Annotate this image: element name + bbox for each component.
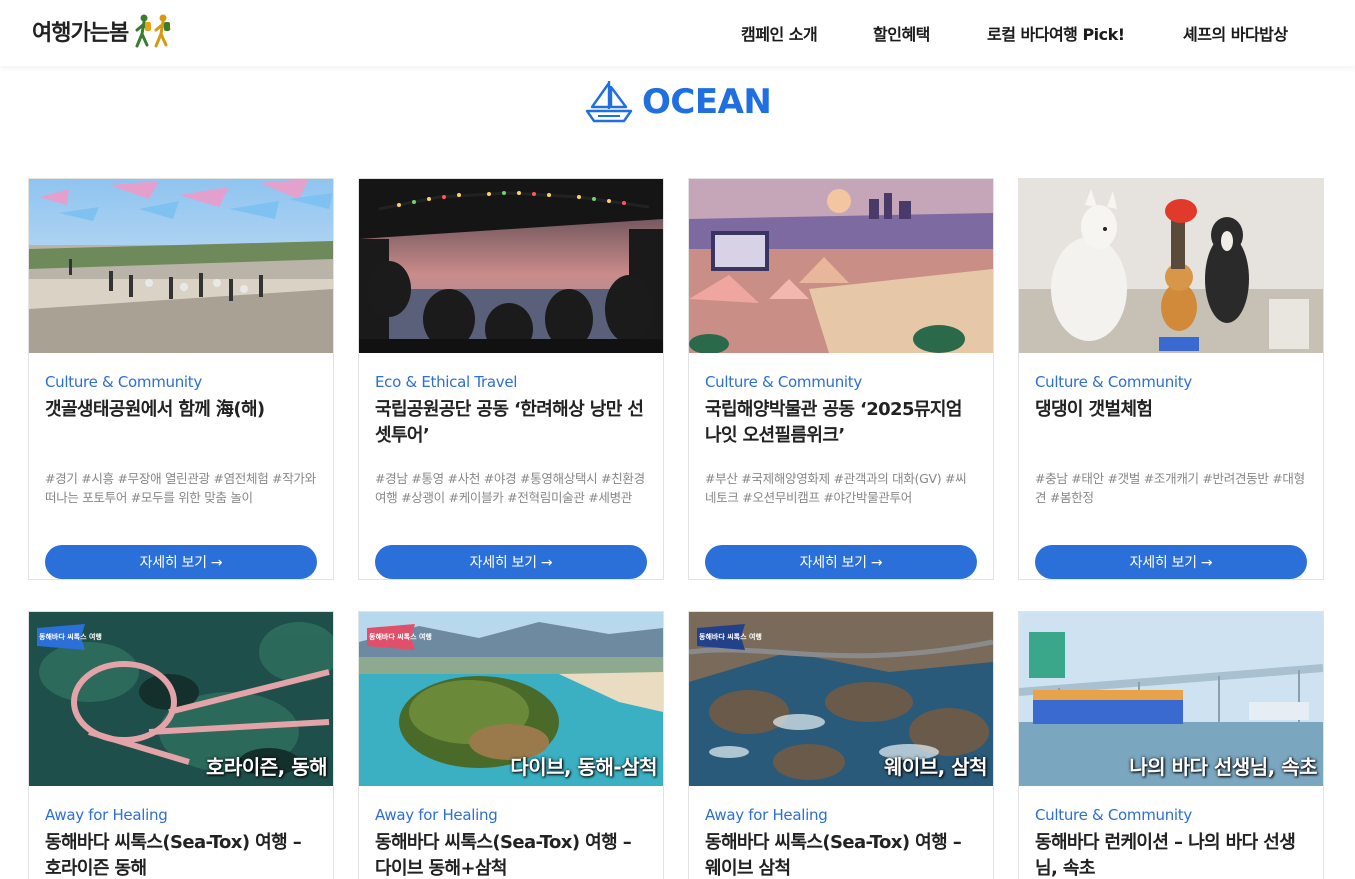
section-title: OCEAN — [642, 82, 772, 122]
illustration-museum-film-camp — [689, 179, 993, 353]
card-title: 동해바다 씨톡스(Sea-Tox) 여행 – 웨이브 삼척 — [705, 832, 962, 879]
photo-bridge-sea-aerial: 동해바다 씨톡스 여행 호라이즌, 동해 — [29, 612, 333, 786]
card-item[interactable]: 동해바다 씨톡스 여행 호라이즌, 동해 Away for Healing 동해… — [28, 611, 334, 879]
card-category: Away for Healing — [45, 806, 168, 824]
card-category: Culture & Community — [1035, 373, 1192, 391]
card-item[interactable]: Culture & Community 댕댕이 갯벌체험 #충남 #태안 #갯벌… — [1018, 178, 1324, 580]
image-caption: 다이브, 동해-삼척 — [510, 755, 657, 779]
nav-chef-table[interactable]: 셰프의 바다밥상 — [1183, 21, 1288, 45]
card-category: Culture & Community — [705, 373, 862, 391]
photo-rocky-coast-walkway: 동해바다 씨톡스 여행 웨이브, 삼척 — [689, 612, 993, 786]
card-title: 국립해양박물관 공동 ‘2025뮤지엄나잇 오션필름위크’ — [705, 399, 962, 446]
nav-local-pick[interactable]: 로컬 바다여행 Pick! — [987, 21, 1125, 45]
photo-harbor-bridge-boat: 나의 바다 선생님, 속초 — [1019, 612, 1323, 786]
badge-label: 동해바다 씨톡스 여행 — [369, 633, 432, 641]
card-title: 갯골생태공원에서 함께 海(해) — [45, 399, 265, 420]
view-details-button[interactable]: 자세히 보기 → — [375, 545, 647, 579]
view-details-button[interactable]: 자세히 보기 → — [45, 545, 317, 579]
logo-text: 여행가는봄 — [32, 21, 129, 46]
photo-sunset-boat-tour — [359, 179, 663, 353]
photo-island-coast-aerial: 동해바다 씨톡스 여행 다이브, 동해-삼척 — [359, 612, 663, 786]
card-item[interactable]: 나의 바다 선생님, 속초 Culture & Community 동해바다 런… — [1018, 611, 1324, 879]
nav-discount[interactable]: 할인혜택 — [873, 21, 930, 45]
card-title: 동해바다 씨톡스(Sea-Tox) 여행 – 호라이즌 동해 — [45, 832, 302, 879]
card-title: 동해바다 런케이션 – 나의 바다 선생님, 속초 — [1035, 832, 1296, 879]
photo-salt-field-flags — [29, 179, 333, 353]
card-category: Culture & Community — [1035, 806, 1192, 824]
image-caption: 웨이브, 삼척 — [883, 755, 988, 779]
section-heading: OCEAN — [584, 78, 772, 126]
card-title: 동해바다 씨톡스(Sea-Tox) 여행 – 다이브 동해+삼척 — [375, 832, 632, 879]
card-title: 댕댕이 갯벌체험 — [1035, 399, 1153, 420]
view-details-button[interactable]: 자세히 보기 → — [705, 545, 977, 579]
badge-label: 동해바다 씨톡스 여행 — [699, 633, 762, 641]
sailboat-icon — [585, 81, 633, 123]
image-caption: 호라이즌, 동해 — [206, 755, 327, 779]
card-tags: #경기 #시흥 #무장애 열린관광 #염전체험 #작가와 떠나는 포토투어 #모… — [45, 471, 316, 505]
image-caption: 나의 바다 선생님, 속초 — [1129, 755, 1317, 779]
card-item[interactable]: Culture & Community 국립해양박물관 공동 ‘2025뮤지엄나… — [688, 178, 994, 580]
badge-label: 동해바다 씨톡스 여행 — [39, 633, 102, 641]
photo-dogs-mudflat — [1019, 179, 1323, 353]
card-tags: #경남 #통영 #사천 #야경 #통영해상택시 #친환경여행 #상괭이 #케이블… — [375, 471, 645, 505]
nav-campaign[interactable]: 캠페인 소개 — [741, 21, 818, 45]
card-category: Culture & Community — [45, 373, 202, 391]
card-tags: #부산 #국제해양영화제 #관객과의 대화(GV) #씨네토크 #오션무비캠프 … — [705, 471, 967, 505]
card-item[interactable]: 동해바다 씨톡스 여행 다이브, 동해-삼척 Away for Healing … — [358, 611, 664, 879]
view-details-button[interactable]: 자세히 보기 → — [1035, 545, 1307, 579]
card-tags: #충남 #태안 #갯벌 #조개캐기 #반려견동반 #대형견 #봄한정 — [1035, 471, 1305, 505]
card-item[interactable]: Eco & Ethical Travel 국립공원공단 공동 ‘한려해상 낭만 … — [358, 178, 664, 580]
card-item[interactable]: 동해바다 씨톡스 여행 웨이브, 삼척 Away for Healing 동해바… — [688, 611, 994, 879]
card-title: 국립공원공단 공동 ‘한려해상 낭만 선셋투어’ — [375, 399, 644, 446]
card-item[interactable]: Culture & Community 갯골생태공원에서 함께 海(해) #경기… — [28, 178, 334, 580]
site-header: 여행가는봄 캠페인 소개 할인혜택 로컬 바다여행 Pick! 셰프의 바다밥상 — [0, 0, 1355, 66]
site-logo[interactable]: 여행가는봄 — [32, 10, 176, 52]
card-category: Away for Healing — [705, 806, 828, 824]
card-category: Away for Healing — [375, 806, 498, 824]
hikers-icon — [135, 14, 171, 48]
card-category: Eco & Ethical Travel — [375, 373, 518, 391]
